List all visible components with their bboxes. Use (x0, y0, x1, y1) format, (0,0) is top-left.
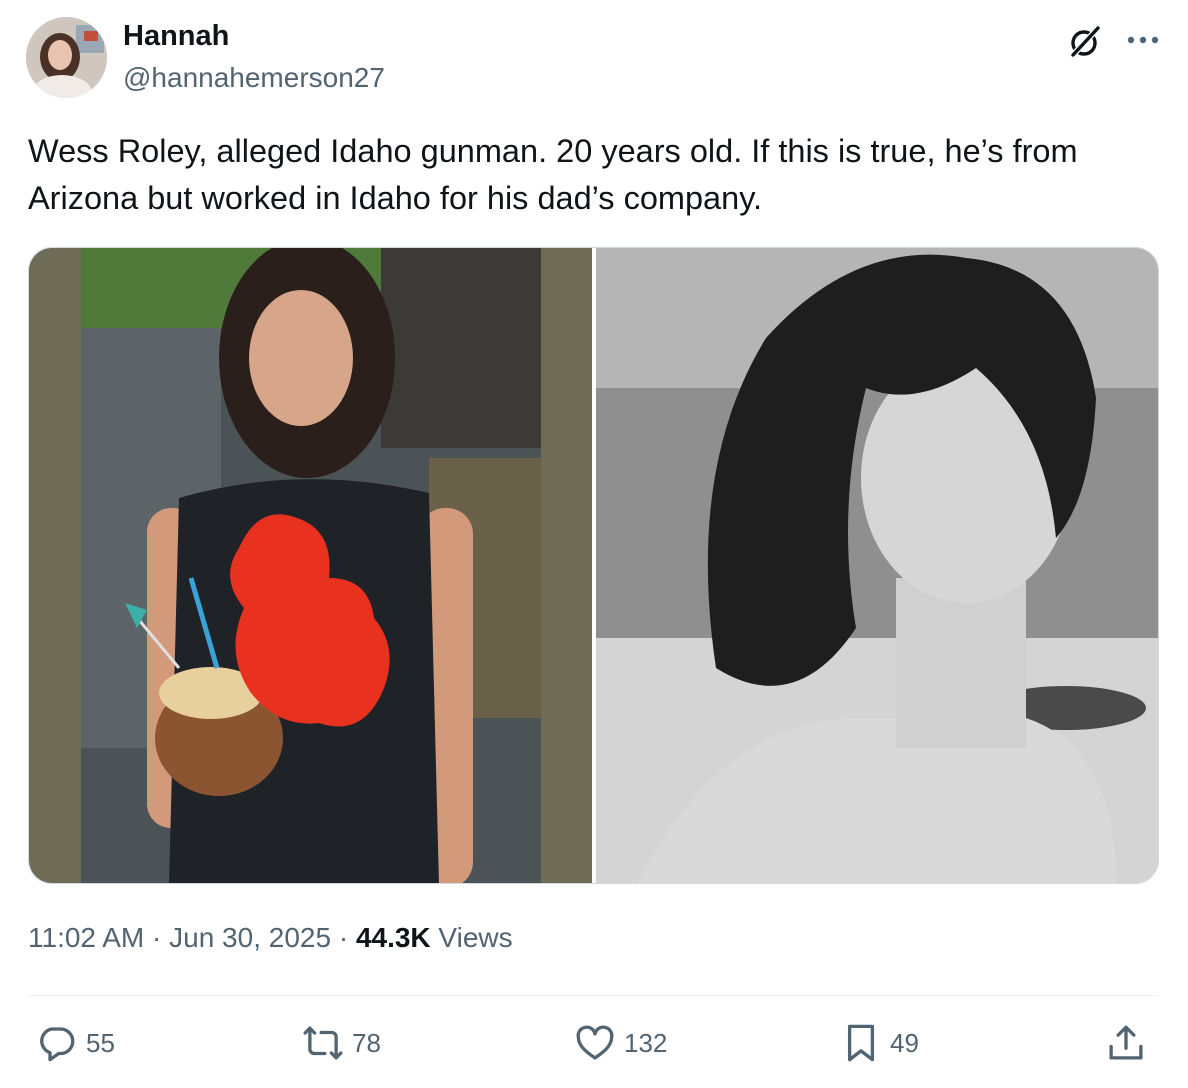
meta-separator: · (144, 922, 170, 953)
tweet-date[interactable]: Jun 30, 2025 (169, 922, 331, 953)
heart-icon (576, 1025, 614, 1060)
repost-icon (303, 1026, 343, 1060)
tweet-time[interactable]: 11:02 AM (28, 922, 144, 953)
display-name[interactable]: Hannah (123, 20, 229, 53)
views-count[interactable]: 44.3K (356, 922, 431, 953)
photo-color-icon (29, 248, 592, 883)
tweet-meta: 11:02 AM · Jun 30, 2025 · 44.3K Views (28, 922, 513, 954)
divider (28, 995, 1159, 996)
media-photo-right[interactable] (596, 248, 1158, 883)
like-button[interactable]: 132 (574, 1020, 667, 1066)
avatar-photo (26, 17, 107, 98)
bookmark-button[interactable]: 49 (840, 1020, 919, 1066)
repost-count: 78 (352, 1027, 381, 1058)
repost-button[interactable]: 78 (302, 1020, 381, 1066)
avatar[interactable] (26, 17, 107, 98)
more-options-icon[interactable] (1123, 22, 1163, 58)
photo-grayscale-icon (596, 248, 1158, 883)
bookmark-count: 49 (890, 1027, 919, 1058)
media-photo-left[interactable] (29, 248, 592, 883)
grok-icon[interactable] (1066, 22, 1104, 60)
reply-button[interactable]: 55 (36, 1020, 115, 1066)
media-grid (28, 247, 1159, 884)
bookmark-icon (847, 1024, 875, 1062)
tweet-text: Wess Roley, alleged Idaho gunman. 20 yea… (28, 133, 1078, 216)
share-icon (1109, 1025, 1143, 1060)
reply-count: 55 (86, 1027, 115, 1058)
share-button[interactable] (1105, 1020, 1155, 1066)
like-count: 132 (624, 1027, 668, 1058)
meta-separator: · (331, 922, 356, 953)
user-handle[interactable]: @hannahemerson27 (123, 62, 385, 94)
views-label[interactable]: Views (431, 922, 512, 953)
reply-icon (40, 1027, 75, 1062)
